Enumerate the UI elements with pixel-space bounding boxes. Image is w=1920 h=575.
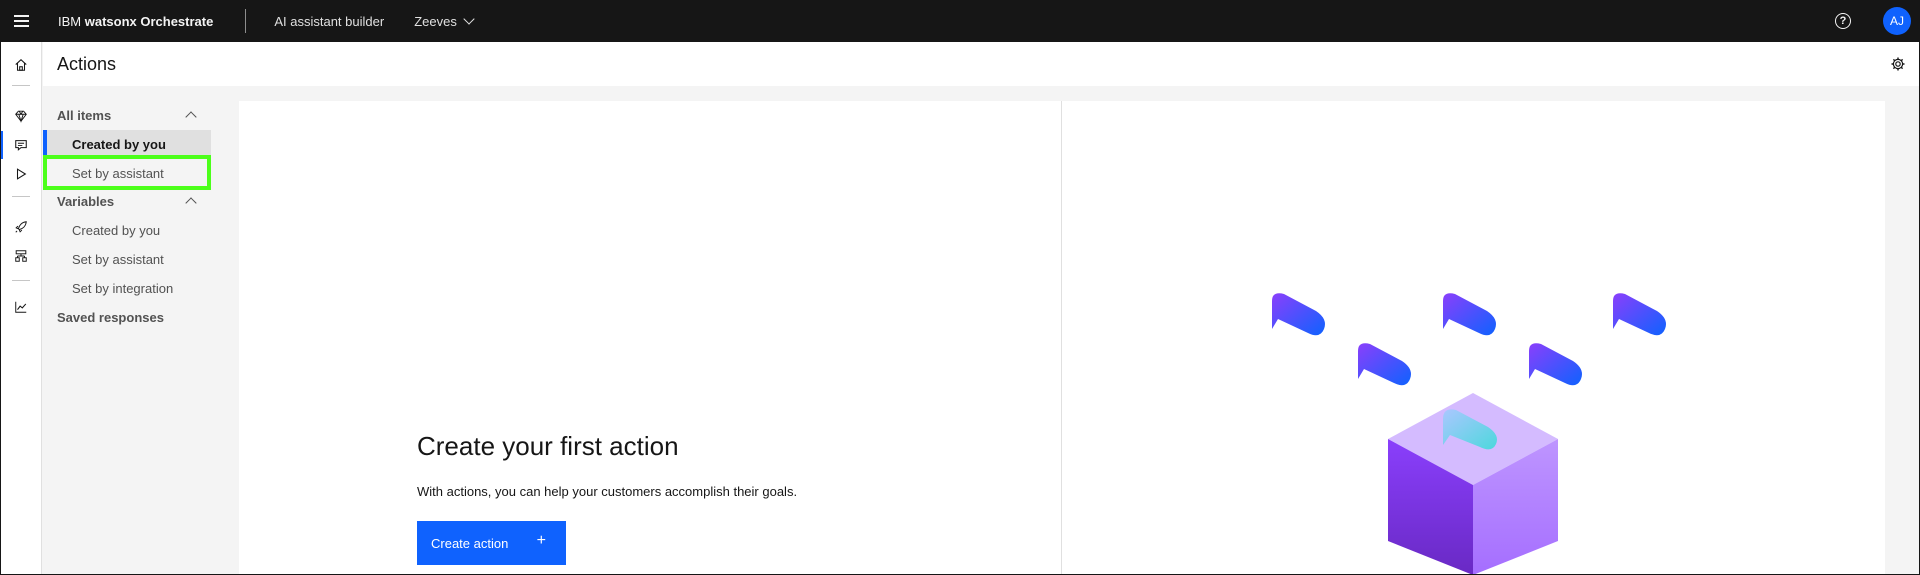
- create-action-button[interactable]: Create action +: [417, 521, 566, 565]
- home-icon[interactable]: [0, 51, 42, 79]
- gem-icon[interactable]: [0, 102, 42, 130]
- page-title: Actions: [57, 54, 117, 74]
- assistant-switcher[interactable]: Zeeves: [414, 13, 475, 29]
- rail-divider: [12, 85, 30, 86]
- brand-product: watsonx Orchestrate: [84, 13, 214, 29]
- chat-bubble-icon: [1529, 343, 1582, 386]
- product-brand[interactable]: IBM watsonx Orchestrate: [58, 14, 213, 29]
- builder-label[interactable]: AI assistant builder: [274, 14, 384, 29]
- left-rail: [0, 42, 42, 575]
- create-action-label: Create action: [431, 535, 509, 551]
- nav-item-variables-set-by-assistant[interactable]: Set by assistant: [43, 245, 211, 273]
- empty-state-description: With actions, you can help your customer…: [417, 484, 798, 499]
- nav-item-variables-set-by-integration[interactable]: Set by integration: [43, 274, 211, 302]
- chevron-up-icon[interactable]: [185, 197, 197, 209]
- rocket-icon[interactable]: [0, 213, 42, 241]
- actions-illustration: [1272, 293, 1666, 575]
- chat-bubble-icon: [1443, 293, 1496, 336]
- avatar[interactable]: AJ: [1883, 7, 1911, 35]
- nav-group-saved-responses[interactable]: Saved responses: [57, 310, 164, 325]
- chevron-up-icon[interactable]: [185, 111, 197, 123]
- help-icon[interactable]: ?: [1835, 13, 1851, 29]
- highlight-box: [43, 155, 211, 190]
- actions-chat-icon[interactable]: [0, 131, 42, 159]
- analytics-icon[interactable]: [0, 293, 42, 321]
- nav-item-variables-created-by-you[interactable]: Created by you: [43, 216, 211, 244]
- cube-illustration: [1388, 393, 1558, 575]
- play-icon[interactable]: [0, 160, 42, 188]
- hamburger-menu-icon[interactable]: [0, 0, 42, 42]
- plus-icon: +: [536, 532, 546, 549]
- empty-state-panel: Create your first action With actions, y…: [239, 101, 1061, 575]
- chat-bubble-icon: [1358, 343, 1411, 386]
- empty-state-title: Create your first action: [417, 431, 679, 461]
- header-divider: [245, 9, 247, 33]
- assistant-name: Zeeves: [414, 13, 457, 29]
- rail-divider: [12, 196, 30, 197]
- illustration-panel: [1062, 101, 1885, 575]
- chevron-down-icon: [463, 13, 475, 25]
- nav-item-created-by-you[interactable]: Created by you: [43, 130, 211, 158]
- top-bar: IBM watsonx Orchestrate AI assistant bui…: [0, 0, 1920, 42]
- rail-divider: [12, 280, 30, 281]
- nav-group-variables[interactable]: Variables: [57, 194, 114, 209]
- integrations-icon[interactable]: [0, 242, 42, 270]
- page-header: Actions: [43, 42, 1920, 86]
- brand-prefix: IBM: [58, 13, 85, 29]
- chat-bubble-icon: [1613, 293, 1666, 336]
- chat-bubble-icon: [1272, 293, 1325, 336]
- gear-icon[interactable]: [1890, 56, 1906, 72]
- nav-group-all-items[interactable]: All items: [57, 108, 111, 123]
